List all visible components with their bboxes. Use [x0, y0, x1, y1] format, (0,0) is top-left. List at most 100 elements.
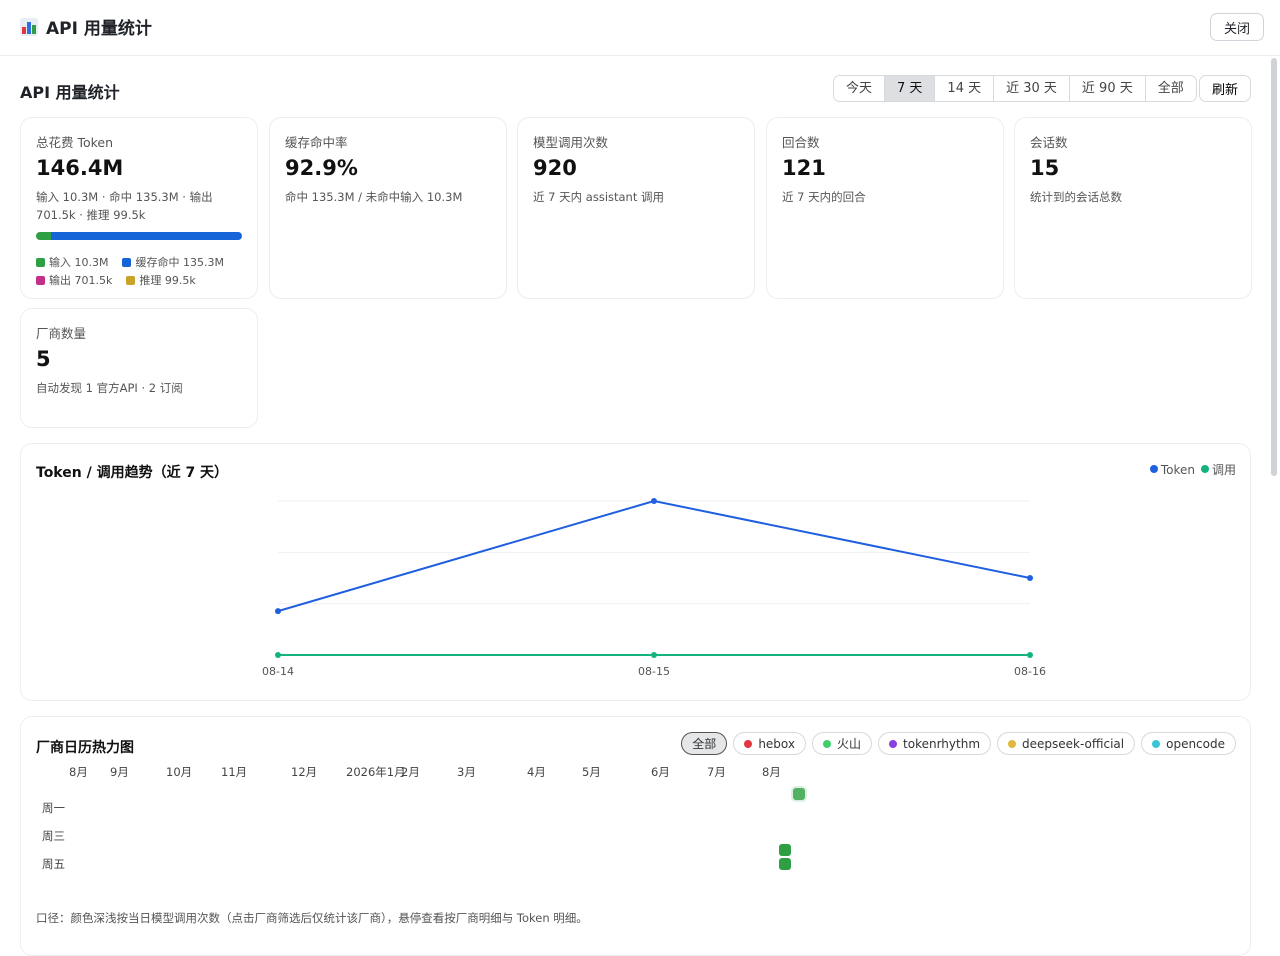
data-point — [275, 608, 281, 614]
cache-rate-card: 缓存命中率 92.9% 命中 135.3M / 未命中输入 10.3M — [269, 117, 507, 299]
heatmap-panel: 厂商日历热力图 全部 hebox 火山 tokenrhythm deepseek-off… — [20, 716, 1251, 956]
chip-label: hebox — [758, 737, 795, 751]
range-tab[interactable]: 近 90 天 — [1070, 76, 1146, 101]
month-label: 2月 — [401, 764, 420, 780]
range-tab[interactable]: 近 30 天 — [994, 76, 1070, 101]
modal-header: API 用量统计 关闭 — [0, 0, 1280, 56]
vendor-dot-icon — [1008, 740, 1016, 748]
card-value: 146.4M — [36, 156, 123, 180]
weekday-label: 周五 — [42, 856, 65, 872]
card-label: 总花费 Token — [36, 132, 113, 151]
data-point — [651, 498, 657, 504]
range-tab[interactable]: 7 天 — [885, 76, 935, 101]
month-label: 4月 — [527, 764, 546, 780]
card-value: 920 — [533, 156, 577, 180]
card-sub: 命中 135.3M / 未命中输入 10.3M — [285, 188, 494, 206]
month-label: 9月 — [110, 764, 129, 780]
cache-hit-swatch — [122, 258, 131, 267]
sessions-card: 会话数 15 统计到的会话总数 — [1014, 117, 1252, 299]
modal-title: API 用量统计 — [20, 14, 152, 39]
vendor-dot-icon — [889, 740, 897, 748]
input-swatch — [36, 258, 45, 267]
card-value: 121 — [782, 156, 826, 180]
month-label: 7月 — [707, 764, 726, 780]
legend-cache-hit: 缓存命中 135.3M — [122, 254, 223, 270]
range-tab[interactable]: 今天 — [834, 76, 885, 101]
weekday-label: 周三 — [42, 828, 65, 844]
heatmap-footnote: 口径：颜色深浅按当日模型调用次数（点击厂商筛选后仅统计该厂商），悬停查看按厂商明… — [36, 910, 588, 926]
card-sub: 近 7 天内 assistant 调用 — [533, 188, 742, 206]
vendor-chip[interactable]: deepseek-official — [997, 732, 1135, 755]
token-breakdown-bar — [36, 232, 242, 240]
chip-label: opencode — [1166, 737, 1225, 751]
rounds-card: 回合数 121 近 7 天内的回合 — [766, 117, 1004, 299]
card-label: 厂商数量 — [36, 323, 86, 342]
series-line-token — [278, 501, 1030, 611]
bar-chart-icon — [20, 18, 38, 36]
month-label: 5月 — [582, 764, 601, 780]
card-label: 会话数 — [1030, 132, 1068, 151]
token-legend-row-1: 输入 10.3M 缓存命中 135.3M — [36, 254, 224, 270]
data-point — [275, 652, 281, 658]
vendor-chip[interactable]: 全部 — [681, 732, 727, 755]
vendor-dot-icon — [823, 740, 831, 748]
bar-segment-cache_hit — [51, 232, 241, 240]
section-title: API 用量统计 — [20, 79, 120, 103]
heatmap-title: 厂商日历热力图 — [36, 737, 134, 757]
legend-input: 输入 10.3M — [36, 254, 108, 270]
month-label: 10月 — [166, 764, 192, 780]
month-label: 6月 — [651, 764, 670, 780]
month-label: 12月 — [291, 764, 317, 780]
vendor-chip[interactable]: hebox — [733, 732, 806, 755]
vendor-filter-chips: 全部 hebox 火山 tokenrhythm deepseek-official ope… — [681, 732, 1236, 755]
month-label: 2026年1月 — [346, 764, 406, 780]
x-tick-label: 08-14 — [262, 665, 294, 678]
card-value: 15 — [1030, 156, 1059, 180]
card-sub: 统计到的会话总数 — [1030, 188, 1239, 206]
card-sub: 自动发现 1 官方API · 2 订阅 — [36, 379, 245, 397]
vendor-chip[interactable]: tokenrhythm — [878, 732, 991, 755]
vendor-chip[interactable]: 火山 — [812, 732, 872, 755]
vendor-dot-icon — [744, 740, 752, 748]
scrollbar[interactable] — [1271, 58, 1277, 476]
legend-output: 输出 701.5k — [36, 272, 112, 288]
vendor-dot-icon — [1152, 740, 1160, 748]
range-tab[interactable]: 全部 — [1146, 76, 1196, 101]
x-tick-label: 08-16 — [1014, 665, 1046, 678]
card-value: 5 — [36, 347, 51, 371]
data-point — [1027, 652, 1033, 658]
chip-label: deepseek-official — [1022, 737, 1124, 751]
heatmap-day-cell[interactable] — [779, 844, 791, 856]
model-calls-card: 模型调用次数 920 近 7 天内 assistant 调用 — [517, 117, 755, 299]
card-value: 92.9% — [285, 156, 358, 180]
card-sub: 输入 10.3M · 命中 135.3M · 输出 701.5k · 推理 99… — [36, 188, 245, 224]
heatmap-day-cell[interactable] — [793, 788, 805, 800]
total-tokens-card: 总花费 Token 146.4M 输入 10.3M · 命中 135.3M · … — [20, 117, 258, 299]
time-range-tabs: 今天7 天14 天近 30 天近 90 天全部 — [833, 75, 1197, 102]
chip-label: tokenrhythm — [903, 737, 980, 751]
heatmap-day-cell[interactable] — [779, 858, 791, 870]
chip-label: 全部 — [692, 735, 716, 752]
card-label: 缓存命中率 — [285, 132, 348, 151]
refresh-button[interactable]: 刷新 — [1199, 75, 1251, 102]
card-label: 模型调用次数 — [533, 132, 608, 151]
data-point — [651, 652, 657, 658]
data-point — [1027, 575, 1033, 581]
close-button[interactable]: 关闭 — [1210, 13, 1264, 41]
range-tab[interactable]: 14 天 — [935, 76, 994, 101]
legend-reasoning: 推理 99.5k — [126, 272, 195, 288]
trend-panel: Token / 调用趋势（近 7 天） Token 调用 08-1408-150… — [20, 443, 1251, 701]
card-label: 回合数 — [782, 132, 820, 151]
reasoning-swatch — [126, 276, 135, 285]
vendor-chip[interactable]: opencode — [1141, 732, 1236, 755]
month-label: 8月 — [762, 764, 781, 780]
output-swatch — [36, 276, 45, 285]
month-label: 3月 — [457, 764, 476, 780]
token-legend-row-2: 输出 701.5k 推理 99.5k — [36, 272, 196, 288]
modal-title-text: API 用量统计 — [46, 14, 152, 39]
card-sub: 近 7 天内的回合 — [782, 188, 991, 206]
month-label: 8月 — [69, 764, 88, 780]
bar-segment-input — [36, 232, 51, 240]
trend-chart: 08-14 08-15 08-16 — [21, 444, 1250, 700]
x-tick-label: 08-15 — [638, 665, 670, 678]
